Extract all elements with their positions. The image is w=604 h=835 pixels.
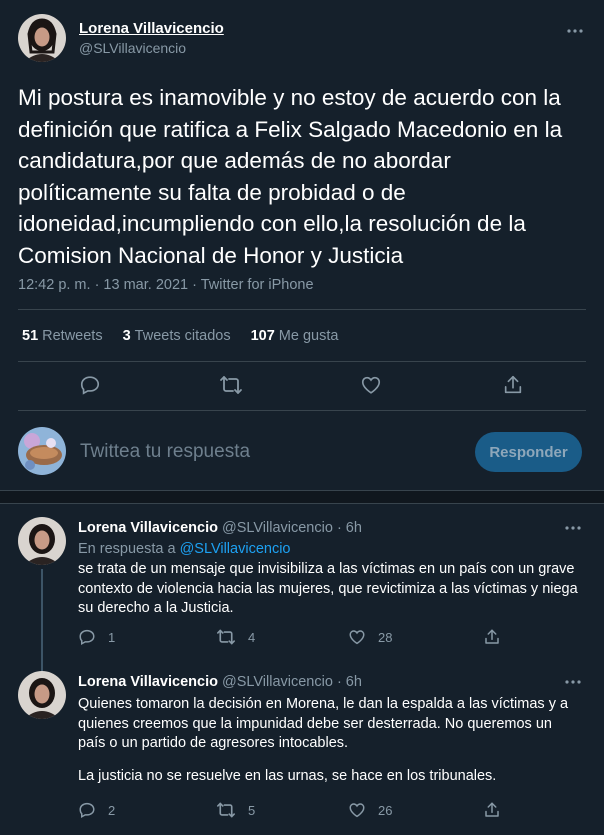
tweet-timestamp[interactable]: 12:42 p. m. · 13 mar. 2021 · Twitter for…	[18, 277, 314, 293]
like-action[interactable]: 26	[348, 801, 392, 819]
retweet-action[interactable]: 4	[216, 628, 255, 646]
retweet-icon[interactable]	[219, 374, 243, 396]
retweets-stat[interactable]: 51 Retweets	[22, 328, 103, 344]
like-action[interactable]: 28	[348, 628, 392, 646]
reply-header: Lorena Villavicencio @SLVillavicencio · …	[78, 674, 362, 690]
reply-actions: 1 4 28	[78, 628, 508, 650]
reply-context-prefix: En respuesta a	[78, 541, 176, 557]
divider	[18, 309, 586, 310]
section-separator	[0, 490, 604, 504]
thread-line	[41, 569, 43, 679]
reply-text: se trata de un mensaje que invisibiliza …	[78, 561, 578, 616]
author-handle[interactable]: @SLVillavicencio	[222, 520, 333, 536]
tweet-text: Mi postura es inamovible y no estoy de a…	[18, 85, 563, 268]
retweet-icon	[216, 801, 236, 819]
like-count: 28	[378, 629, 393, 645]
reply-tweet[interactable]: Lorena Villavicencio @SLVillavicencio · …	[0, 517, 604, 679]
divider	[18, 361, 586, 362]
reply-context: En respuesta a @SLVillavicencio	[78, 541, 290, 557]
reply-count: 1	[108, 629, 116, 645]
more-icon[interactable]	[564, 673, 582, 691]
author-name[interactable]: Lorena Villavicencio	[78, 674, 218, 690]
retweet-count: 5	[248, 802, 256, 818]
user-avatar	[18, 427, 66, 475]
reply-time[interactable]: · 6h	[337, 520, 362, 536]
share-action[interactable]	[483, 801, 501, 819]
reply-icon	[78, 628, 96, 646]
reply-composer: Responder	[0, 418, 604, 488]
author-avatar[interactable]	[18, 671, 66, 719]
reply-action[interactable]: 2	[78, 801, 115, 819]
share-action[interactable]	[483, 628, 501, 646]
author-avatar[interactable]	[18, 517, 66, 565]
share-icon[interactable]	[502, 374, 524, 396]
like-icon[interactable]	[360, 374, 382, 396]
reply-icon	[78, 801, 96, 819]
quotes-label: Tweets citados	[134, 328, 231, 344]
reply-context-handle[interactable]: @SLVillavicencio	[180, 541, 291, 557]
reply-text: La justicia no se resuelve en las urnas,…	[78, 768, 497, 784]
retweet-count: 4	[248, 629, 256, 645]
likes-count: 107	[250, 328, 275, 344]
share-icon	[483, 801, 501, 819]
reply-icon[interactable]	[79, 374, 101, 396]
author-avatar[interactable]	[18, 14, 66, 62]
reply-tweet[interactable]: Lorena Villavicencio @SLVillavicencio · …	[0, 671, 604, 831]
reply-input[interactable]	[80, 441, 450, 463]
author-handle[interactable]: @SLVillavicencio	[79, 40, 186, 56]
retweets-count: 51	[22, 328, 39, 344]
reply-header: Lorena Villavicencio @SLVillavicencio · …	[78, 520, 362, 536]
likes-stat[interactable]: 107 Me gusta	[251, 328, 339, 344]
reply-button[interactable]: Responder	[475, 432, 582, 472]
reply-action[interactable]: 1	[78, 628, 115, 646]
likes-label: Me gusta	[278, 328, 339, 344]
author-name[interactable]: Lorena Villavicencio	[79, 20, 224, 37]
quotes-stat[interactable]: 3 Tweets citados	[123, 328, 231, 344]
author-handle[interactable]: @SLVillavicencio	[222, 674, 333, 690]
reply-actions: 2 5 26	[78, 801, 508, 823]
like-icon	[348, 801, 366, 819]
main-tweet-header: Lorena Villavicencio @SLVillavicencio	[18, 14, 586, 64]
like-count: 26	[378, 802, 393, 818]
author-name[interactable]: Lorena Villavicencio	[78, 520, 218, 536]
tweet-actions	[0, 372, 604, 400]
reply-count: 2	[108, 802, 116, 818]
retweets-label: Retweets	[42, 328, 103, 344]
reply-text: Quienes tomaron la decisión en Morena, l…	[78, 696, 569, 751]
share-icon	[483, 628, 501, 646]
divider	[18, 410, 586, 411]
quotes-count: 3	[122, 328, 131, 344]
like-icon	[348, 628, 366, 646]
reply-time[interactable]: · 6h	[337, 674, 362, 690]
retweet-action[interactable]: 5	[216, 801, 255, 819]
tweet-stats: 51 Retweets 3 Tweets citados 107 Me gusta	[22, 328, 358, 344]
retweet-icon	[216, 628, 236, 646]
more-icon[interactable]	[564, 519, 582, 537]
more-icon[interactable]	[566, 22, 584, 40]
